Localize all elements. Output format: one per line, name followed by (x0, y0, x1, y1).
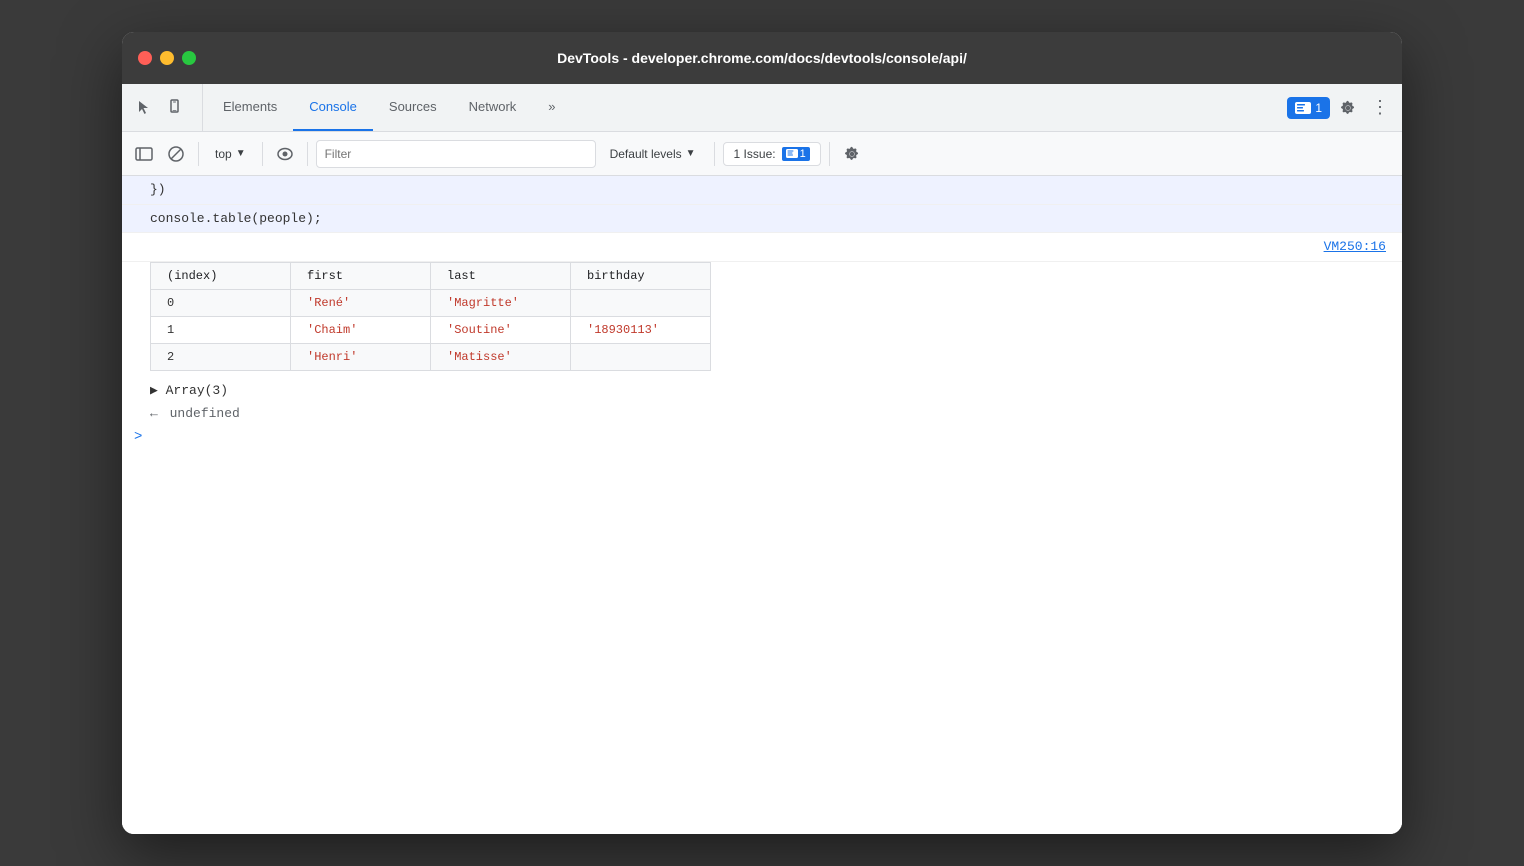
ban-icon (167, 145, 185, 163)
console-toolbar: top ▼ Default levels ▼ 1 Issue: (122, 132, 1402, 176)
device-toolbar-button[interactable] (162, 94, 190, 122)
tab-sources[interactable]: Sources (373, 84, 453, 131)
cell-last-1: 'Soutine' (431, 316, 571, 343)
ellipsis-icon: ⋮ (1371, 97, 1389, 118)
filter-input[interactable] (316, 140, 596, 168)
vm-reference[interactable]: VM250:16 (122, 233, 1402, 262)
log-levels-button[interactable]: Default levels ▼ (600, 143, 706, 165)
eye-button[interactable] (271, 140, 299, 168)
device-icon (167, 99, 185, 117)
close-button[interactable] (138, 51, 152, 65)
console-table: (index) first last birthday 0 'René' 'Ma… (150, 262, 711, 371)
toolbar-icons (130, 84, 203, 131)
cell-birthday-0 (571, 289, 711, 316)
toolbar-separator-5 (829, 142, 830, 166)
minimize-button[interactable] (160, 51, 174, 65)
cell-last-2: 'Matisse' (431, 343, 571, 370)
sidebar-toggle-button[interactable] (130, 140, 158, 168)
console-gear-icon (843, 145, 861, 163)
table-row: 0 'René' 'Magritte' (151, 289, 711, 316)
devtools-window: DevTools - developer.chrome.com/docs/dev… (122, 32, 1402, 834)
col-header-birthday: birthday (571, 262, 711, 289)
toolbar-separator-2 (262, 142, 263, 166)
col-header-first: first (291, 262, 431, 289)
cell-first-0: 'René' (291, 289, 431, 316)
maximize-button[interactable] (182, 51, 196, 65)
console-settings-button[interactable] (838, 140, 866, 168)
cell-birthday-1: '18930113' (571, 316, 711, 343)
col-header-last: last (431, 262, 571, 289)
console-table-wrapper: (index) first last birthday 0 'René' 'Ma… (122, 262, 1402, 379)
table-row: 2 'Henri' 'Matisse' (151, 343, 711, 370)
table-header-row: (index) first last birthday (151, 262, 711, 289)
window-title: DevTools - developer.chrome.com/docs/dev… (557, 50, 967, 66)
issue-count-badge: 1 (782, 147, 810, 161)
inspect-element-button[interactable] (130, 94, 158, 122)
console-output: }) console.table(people); VM250:16 (inde… (122, 176, 1402, 834)
traffic-lights (138, 51, 196, 65)
issue-badge-icon (786, 149, 798, 158)
cell-index-1: 1 (151, 316, 291, 343)
tabbar-right: 1 ⋮ (1287, 84, 1394, 131)
array-expandable[interactable]: ▶ Array(3) (122, 379, 1402, 402)
cell-birthday-2 (571, 343, 711, 370)
console-prompt[interactable]: > (122, 425, 1402, 449)
eye-icon (276, 147, 294, 161)
main-tabs: Elements Console Sources Network » (207, 84, 1287, 131)
more-options-button[interactable]: ⋮ (1366, 94, 1394, 122)
devtools-panel: Elements Console Sources Network » (122, 84, 1402, 834)
col-header-index: (index) (151, 262, 291, 289)
chevron-down-icon: ▼ (236, 148, 246, 159)
tab-more[interactable]: » (532, 84, 571, 131)
cell-first-2: 'Henri' (291, 343, 431, 370)
cell-last-0: 'Magritte' (431, 289, 571, 316)
tab-console[interactable]: Console (293, 84, 373, 131)
context-selector[interactable]: top ▼ (207, 143, 254, 165)
cell-index-0: 0 (151, 289, 291, 316)
gear-icon (1339, 99, 1357, 117)
return-arrow-icon: ← (150, 406, 166, 421)
cell-index-2: 2 (151, 343, 291, 370)
issue-badge-button[interactable]: 1 (1287, 97, 1330, 119)
undefined-return: ← undefined (122, 402, 1402, 425)
clear-console-button[interactable] (162, 140, 190, 168)
levels-chevron-icon: ▼ (686, 148, 696, 159)
tab-bar: Elements Console Sources Network » (122, 84, 1402, 132)
tab-network[interactable]: Network (453, 84, 533, 131)
toolbar-separator-1 (198, 142, 199, 166)
tab-elements[interactable]: Elements (207, 84, 293, 131)
settings-button[interactable] (1334, 94, 1362, 122)
table-row: 1 'Chaim' 'Soutine' '18930113' (151, 316, 711, 343)
issues-button[interactable]: 1 Issue: 1 (723, 142, 821, 166)
toolbar-separator-3 (307, 142, 308, 166)
issue-icon (1295, 102, 1311, 114)
cursor-icon (135, 99, 153, 117)
console-code-line-2: console.table(people); (122, 205, 1402, 234)
toolbar-separator-4 (714, 142, 715, 166)
console-code-line-1: }) (122, 176, 1402, 205)
title-bar: DevTools - developer.chrome.com/docs/dev… (122, 32, 1402, 84)
sidebar-icon (135, 147, 153, 161)
cell-first-1: 'Chaim' (291, 316, 431, 343)
